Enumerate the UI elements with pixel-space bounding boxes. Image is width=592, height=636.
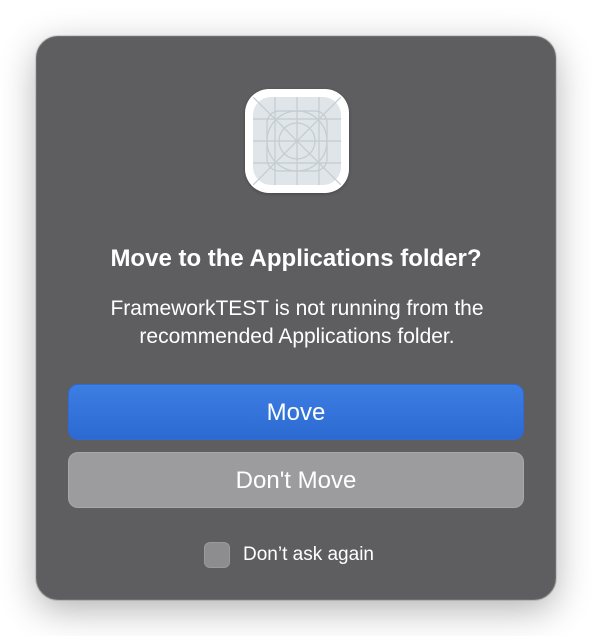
- dont-ask-again-checkbox[interactable]: [204, 542, 231, 568]
- move-button[interactable]: Move: [68, 384, 524, 440]
- dont-ask-again-label[interactable]: Don’t ask again: [243, 542, 374, 568]
- app-placeholder-grid-icon: [253, 97, 341, 185]
- dialog-message: FrameworkTEST is not running from the re…: [110, 297, 484, 348]
- dont-move-button[interactable]: Don't Move: [68, 452, 524, 508]
- alert-dialog: Move to the Applications folder? Framewo…: [36, 36, 556, 600]
- app-icon: [245, 89, 349, 193]
- dont-ask-again-row[interactable]: Don’t ask again: [37, 541, 555, 569]
- dialog-title: Move to the Applications folder?: [110, 245, 482, 272]
